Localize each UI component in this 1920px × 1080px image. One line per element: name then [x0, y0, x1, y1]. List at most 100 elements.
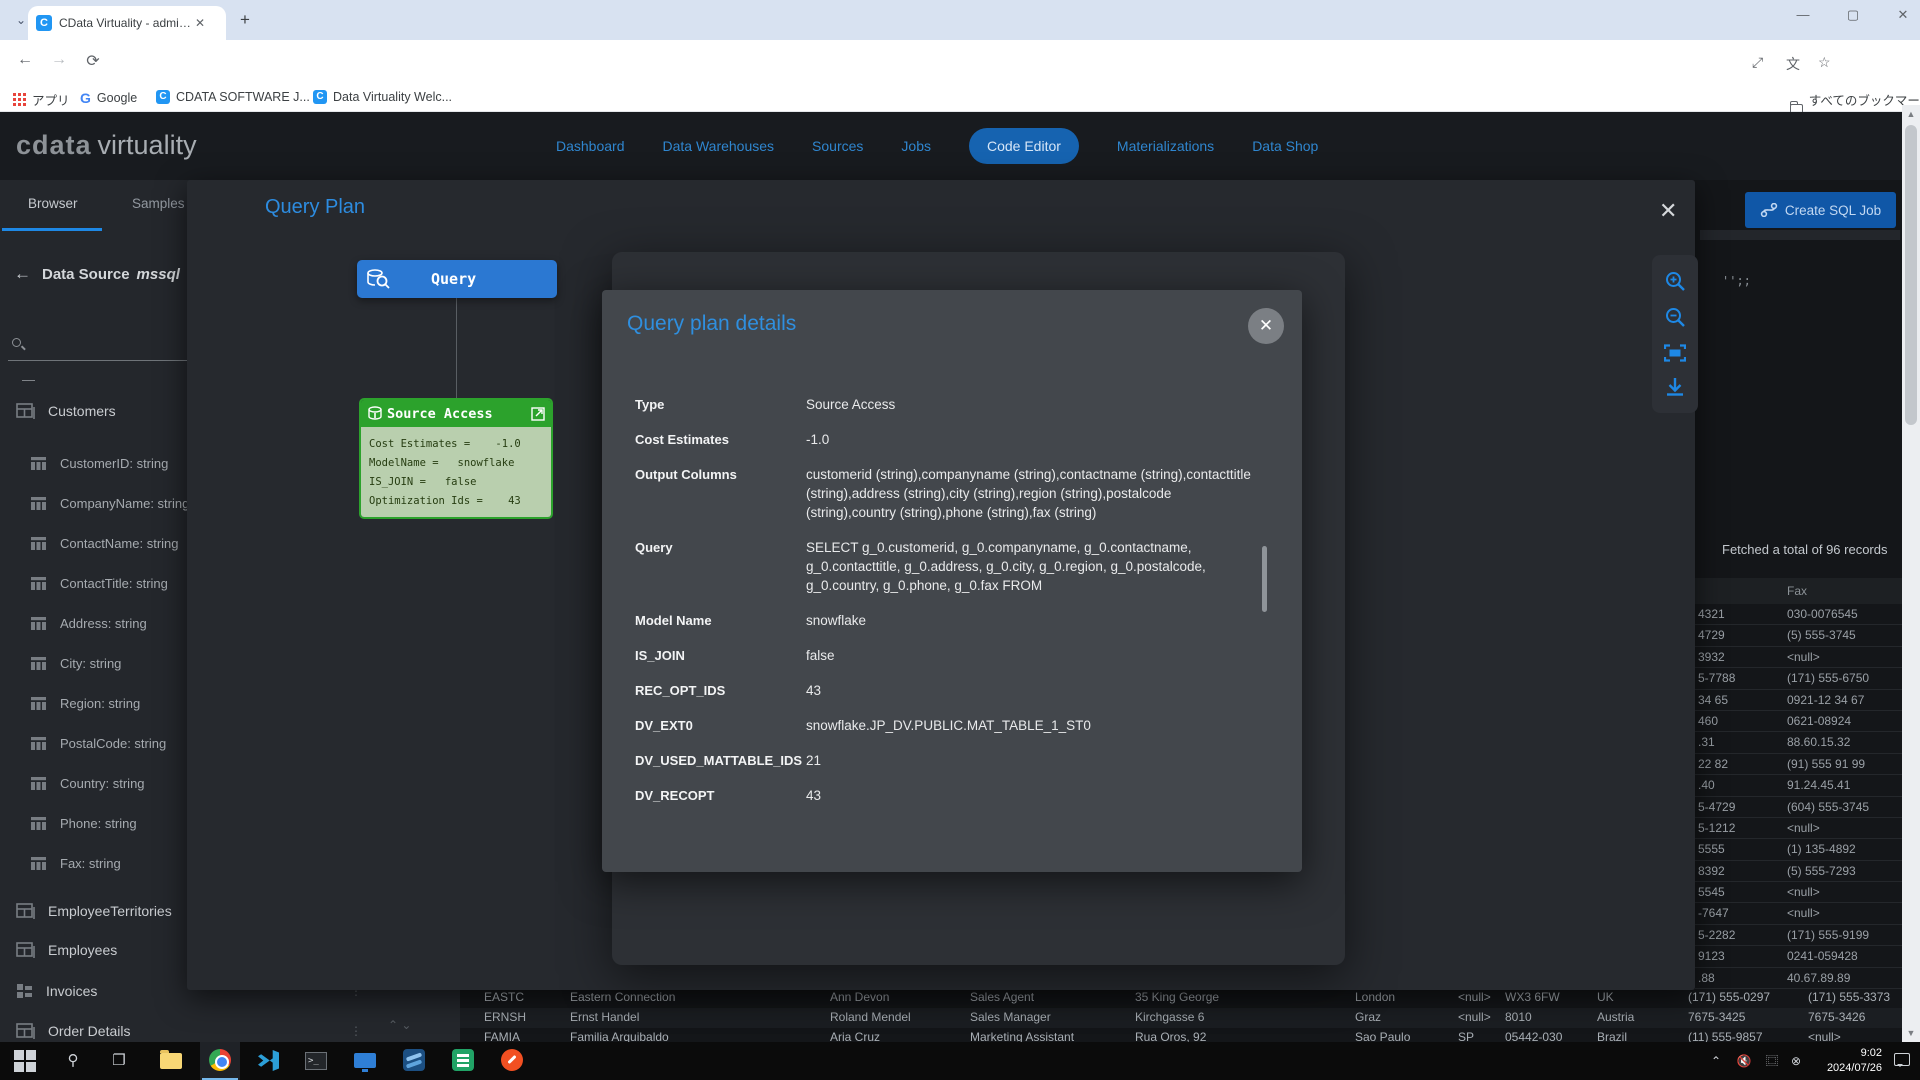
app-blue-wave-icon[interactable]	[403, 1049, 427, 1073]
zoom-in-icon[interactable]	[1665, 271, 1686, 292]
nav-sources[interactable]: Sources	[812, 138, 863, 154]
grid-cell: WX3 6FW	[1505, 990, 1560, 1004]
task-view-icon[interactable]: ❐	[107, 1049, 131, 1073]
grid-row-partial[interactable]: 4600621-08924	[1695, 711, 1902, 732]
grid-row-partial[interactable]: .3188.60.15.32	[1695, 732, 1902, 753]
action-center-icon[interactable]	[1894, 1053, 1910, 1066]
vscode-icon[interactable]	[258, 1049, 282, 1073]
phone-cell: .88	[1698, 971, 1715, 985]
table-row[interactable]: 19EASTCEastern ConnectionAnn DevonSales …	[460, 988, 1920, 1008]
nav-dashboard[interactable]: Dashboard	[556, 138, 625, 154]
nav-materializations[interactable]: Materializations	[1117, 138, 1214, 154]
table-row[interactable]: 20ERNSHErnst HandelRoland MendelSales Ma…	[460, 1008, 1920, 1028]
grid-cell: 7675-3426	[1808, 1010, 1865, 1024]
page-scrollbar[interactable]: ▲ ▼	[1902, 105, 1920, 1042]
grid-row-partial[interactable]: 5555(1) 135-4892	[1695, 839, 1902, 860]
phone-cell: 4729	[1698, 628, 1725, 642]
chrome-icon[interactable]	[209, 1049, 233, 1073]
tray-expand-icon[interactable]: ⌃	[1706, 1042, 1726, 1080]
collapse-dash[interactable]: —	[22, 372, 35, 387]
zoom-out-icon[interactable]	[1665, 307, 1686, 328]
bookmark-data-virtuality[interactable]: C Data Virtuality Welc...	[313, 90, 452, 104]
app-orange-pen-icon[interactable]	[501, 1049, 525, 1073]
nav-code-editor[interactable]: Code Editor	[969, 128, 1079, 164]
detail-label: IS_JOIN	[635, 646, 806, 665]
detail-row: REC_OPT_IDS43	[635, 681, 1265, 700]
grid-row-partial[interactable]: 3932<null>	[1695, 647, 1902, 668]
forward-button[interactable]: →	[48, 51, 70, 69]
fax-cell: 88.60.15.32	[1787, 735, 1850, 749]
scroll-up-icon[interactable]: ▲	[1902, 109, 1920, 119]
detail-row: TypeSource Access	[635, 395, 1265, 414]
grid-row-partial[interactable]: 5-2282(171) 555-9199	[1695, 925, 1902, 946]
nav-data-warehouses[interactable]: Data Warehouses	[663, 138, 775, 154]
back-button[interactable]: ←	[14, 51, 36, 69]
window-maximize-button[interactable]: ▢	[1838, 0, 1868, 32]
grid-row-partial[interactable]: -7647 <null>	[1695, 903, 1902, 924]
phone-cell: -7647	[1698, 906, 1729, 920]
query-value-scrollbar[interactable]	[1262, 546, 1267, 612]
grid-row-partial[interactable]: 5-7788(171) 555-6750	[1695, 668, 1902, 689]
source-access-node[interactable]: Source Access Cost Estimates = -1.0Model…	[359, 398, 553, 519]
scroll-down-icon[interactable]: ▼	[1902, 1028, 1920, 1038]
grid-row-partial[interactable]: 8392(5) 555-7293	[1695, 861, 1902, 882]
fax-cell: <null>	[1787, 906, 1820, 920]
details-close-button[interactable]: ✕	[1248, 308, 1284, 344]
grid-row-partial[interactable]: 4729(5) 555-3745	[1695, 625, 1902, 646]
tab-browser[interactable]: Browser	[28, 196, 78, 211]
grid-row-partial[interactable]: 5-4729(604) 555-3745	[1695, 797, 1902, 818]
grid-row-partial[interactable]: .8840.67.89.89	[1695, 968, 1902, 989]
file-explorer-icon[interactable]	[160, 1049, 184, 1073]
database-tool-icon[interactable]	[452, 1049, 476, 1073]
window-close-button[interactable]: ✕	[1888, 0, 1918, 32]
row-menu-icon[interactable]: ⋮	[350, 1024, 362, 1038]
grid-row-partial[interactable]: 5-1212<null>	[1695, 818, 1902, 839]
grid-row-partial[interactable]: 5545<null>	[1695, 882, 1902, 903]
new-tab-button[interactable]: +	[240, 10, 250, 30]
detail-row: Model Namesnowflake	[635, 611, 1265, 630]
grid-row-partial[interactable]: 34 650921-12 34 67	[1695, 690, 1902, 711]
status-x-icon[interactable]: ⊗	[1786, 1042, 1806, 1080]
window-minimize-button[interactable]: —	[1788, 0, 1818, 32]
tab-title: CData Virtuality - admin@locall	[59, 16, 191, 30]
taskbar-search-icon[interactable]: ⚲	[61, 1049, 85, 1073]
back-arrow-icon[interactable]: ←	[14, 264, 31, 284]
volume-muted-icon[interactable]: 🔇	[1732, 1042, 1756, 1080]
apps-grid-icon	[13, 93, 26, 106]
row-chevrons-icon[interactable]: ⌃ ⌄	[388, 1020, 411, 1031]
grid-row-partial[interactable]: 4321030-0076545	[1695, 604, 1902, 625]
item-label: Customers	[48, 403, 116, 419]
network-icon[interactable]: ⿴	[1760, 1042, 1784, 1080]
query-node[interactable]: Query	[357, 260, 557, 298]
modal-close-icon[interactable]: ✕	[1659, 198, 1677, 224]
create-sql-job-button[interactable]: Create SQL Job	[1745, 192, 1896, 228]
start-button[interactable]	[14, 1049, 38, 1073]
scrollbar-thumb[interactable]	[1905, 125, 1917, 425]
open-in-app-icon[interactable]: ⤢	[1752, 54, 1763, 71]
terminal-icon[interactable]: >_	[305, 1049, 329, 1073]
bookmark-google[interactable]: G Google	[80, 90, 137, 106]
bookmark-cdata-software[interactable]: C CDATA SOFTWARE J...	[156, 90, 310, 104]
grid-row-partial[interactable]: 22 82(91) 555 91 99	[1695, 754, 1902, 775]
bookmark-star-icon[interactable]: ☆	[1818, 54, 1831, 71]
plan-zoom-toolbar	[1652, 255, 1698, 413]
translate-icon[interactable]: 文	[1786, 54, 1800, 74]
taskbar-clock[interactable]: 9:02 2024/07/26	[1806, 1046, 1882, 1076]
download-plan-icon[interactable]	[1665, 377, 1685, 397]
grid-row-partial[interactable]: 91230241-059428	[1695, 946, 1902, 967]
reload-button[interactable]: ⟳	[82, 51, 104, 71]
nav-data-shop[interactable]: Data Shop	[1252, 138, 1318, 154]
bookmark-apps[interactable]: アプリ	[13, 90, 70, 109]
source-node-property: Optimization Ids = 43	[369, 492, 543, 511]
open-details-icon[interactable]	[531, 407, 545, 421]
taskbar-time: 9:02	[1806, 1046, 1882, 1061]
tab-samples[interactable]: Samples	[132, 196, 185, 211]
remote-desktop-icon[interactable]	[354, 1049, 378, 1073]
phone-cell: 5-7788	[1698, 671, 1735, 685]
browser-tab[interactable]: C CData Virtuality - admin@locall ✕	[28, 6, 226, 40]
nav-jobs[interactable]: Jobs	[901, 138, 931, 154]
fit-to-screen-icon[interactable]	[1664, 344, 1686, 362]
tab-close-icon[interactable]: ✕	[195, 16, 205, 30]
grid-row-partial[interactable]: .4091.24.45.41	[1695, 775, 1902, 796]
detail-value: SELECT g_0.customerid, g_0.companyname, …	[806, 538, 1265, 595]
